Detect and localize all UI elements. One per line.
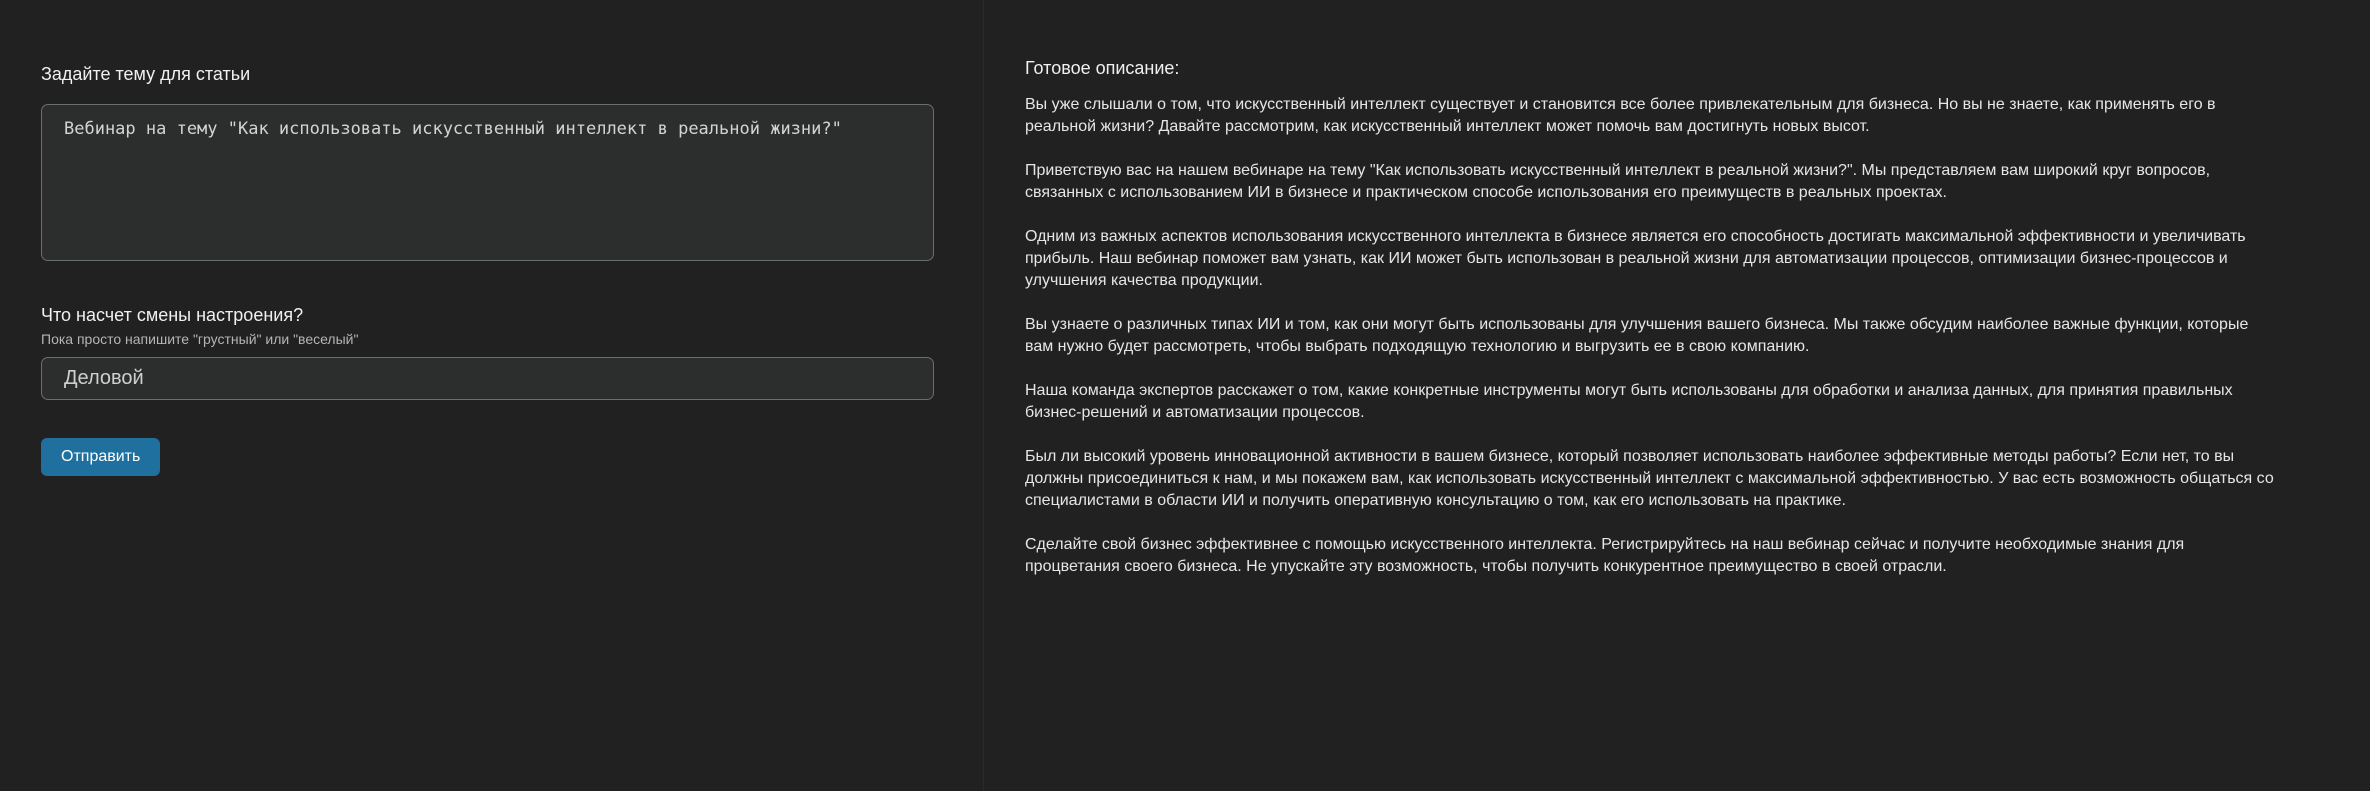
result-paragraph: Был ли высокий уровень инновационной акт… (1025, 448, 2274, 509)
result-paragraph: Сделайте свой бизнес эффективнее с помощ… (1025, 536, 2185, 575)
result-title: Готовое описание: (1025, 58, 1180, 78)
result-panel: Готовое описание: Вы уже слышали о том, … (984, 0, 2370, 791)
result-paragraph: Вы узнаете о различных типах ИИ и том, к… (1025, 316, 2249, 355)
input-panel: Задайте тему для статьи Вебинар на тему … (0, 0, 984, 791)
topic-textarea[interactable]: Вебинар на тему "Как использовать искусс… (41, 104, 934, 261)
app-page: Задайте тему для статьи Вебинар на тему … (0, 0, 2370, 791)
mood-hint: Пока просто напишите "грустный" или "вес… (41, 331, 359, 347)
result-paragraph: Вы уже слышали о том, что искусственный … (1025, 96, 2216, 135)
result-paragraph: Приветствую вас на нашем вебинаре на тем… (1025, 162, 2211, 201)
result-paragraph: Наша команда экспертов расскажет о том, … (1025, 382, 2233, 421)
mood-input[interactable] (41, 357, 934, 400)
result-paragraph: Одним из важных аспектов использования и… (1025, 228, 2246, 289)
submit-button[interactable]: Отправить (41, 438, 161, 476)
topic-label: Задайте тему для статьи (41, 64, 251, 84)
mood-label: Что насчет смены настроения? (41, 305, 304, 325)
